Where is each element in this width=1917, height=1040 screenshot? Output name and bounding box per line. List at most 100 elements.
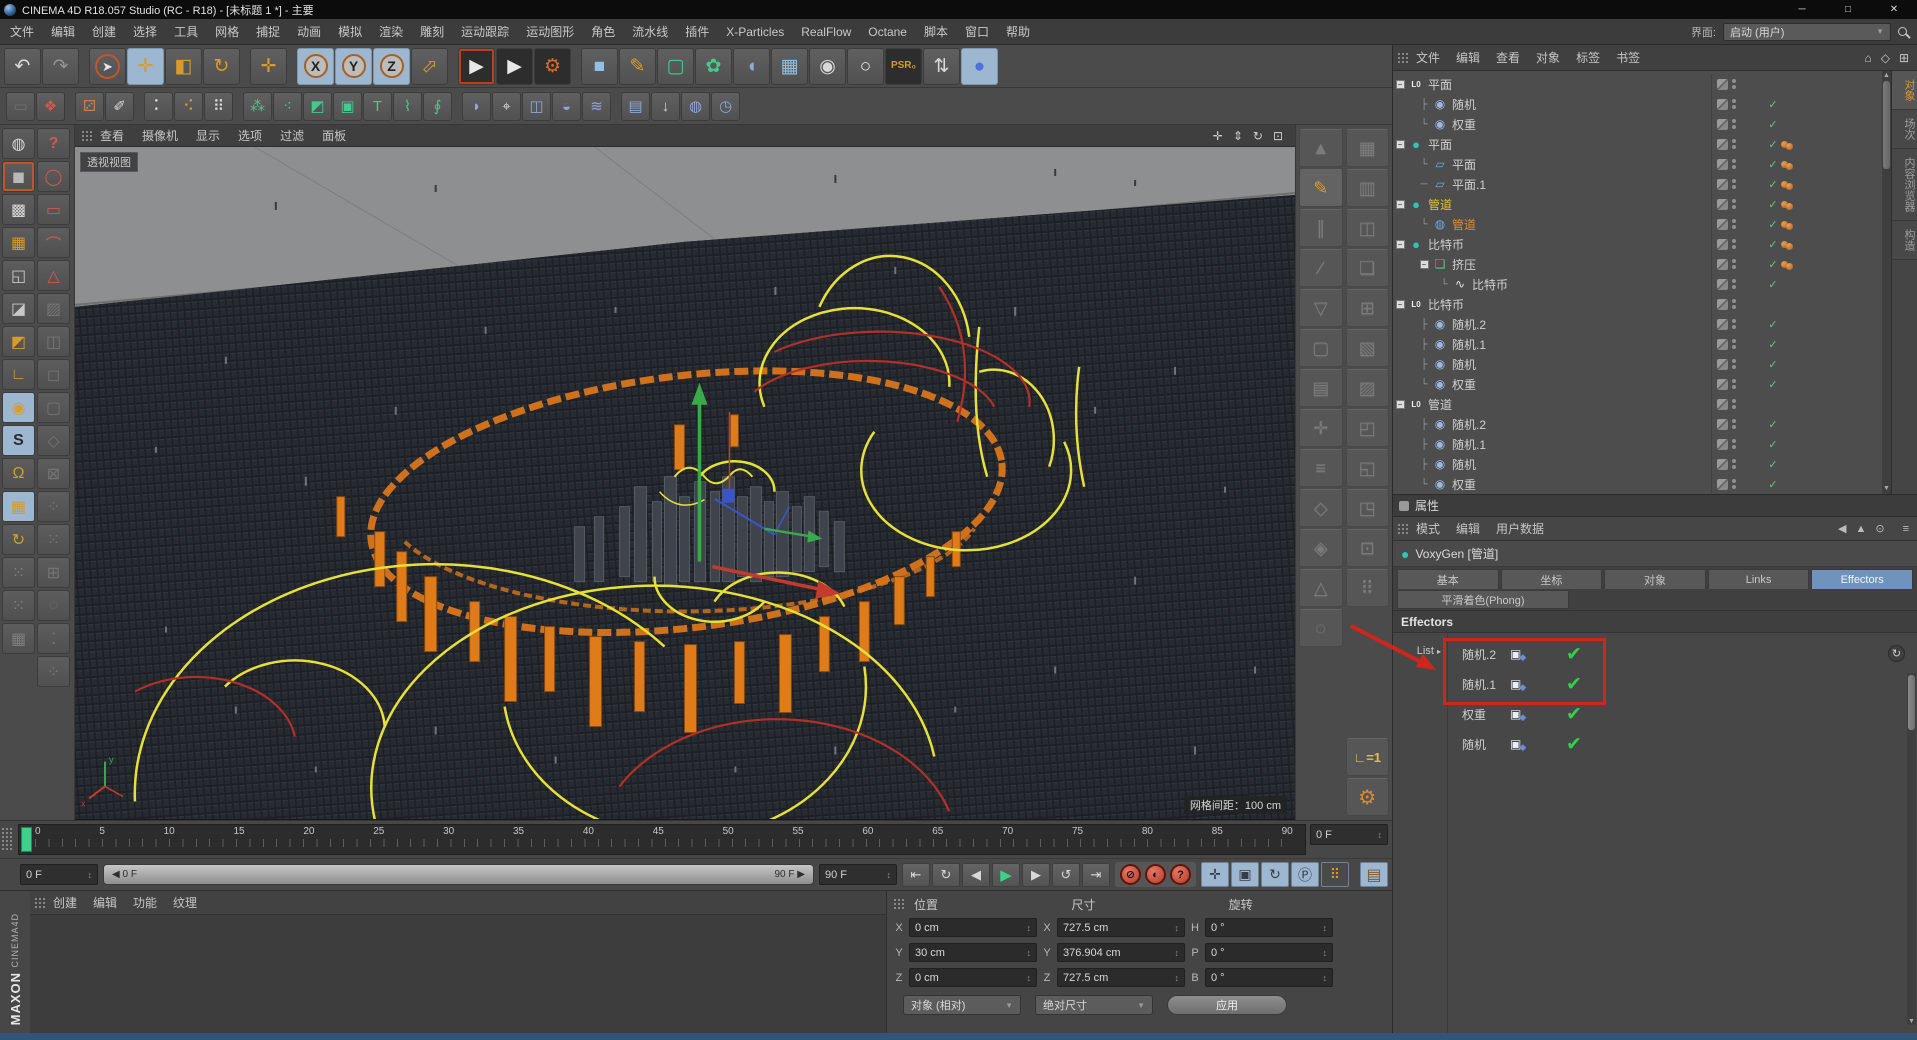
object-tree-row[interactable]: − L0 平面 ✓ <box>1393 74 1882 94</box>
workplane-mode-icon[interactable]: ▦ <box>2 227 35 258</box>
viewport-pan-icon[interactable]: ✛ <box>1213 129 1223 143</box>
object-tree-row[interactable]: − L0 比特币 ✓ <box>1393 294 1882 314</box>
visibility-toggles[interactable] <box>1711 114 1765 134</box>
object-manager-menu-item[interactable]: 书签 <box>1616 51 1640 65</box>
attribute-tab[interactable]: Effectors <box>1811 569 1913 589</box>
xp-disc-icon[interactable]: ◍ <box>681 92 710 121</box>
attributes-menu-item[interactable]: 用户数据 <box>1496 522 1544 536</box>
enabled-check-icon[interactable]: ✓ <box>1765 438 1781 451</box>
expander-icon[interactable]: − <box>1396 80 1405 89</box>
reset-icon[interactable]: ↻ <box>1888 645 1905 662</box>
object-tree-row[interactable]: − ├ ◉ 随机 ✓ <box>1393 454 1882 474</box>
voxel-cubes-icon[interactable]: ⚂ <box>75 92 104 121</box>
enabled-check-icon[interactable]: ✓ <box>1765 238 1781 251</box>
mid-grid-icon[interactable]: ▤ <box>1299 369 1343 407</box>
timeline-ruler[interactable]: 051015202530354045505560657075808590 <box>18 824 1306 855</box>
workplane-align-icon[interactable]: ↻ <box>2 524 35 555</box>
expander-icon[interactable]: − <box>1396 140 1405 149</box>
effector-enabled-check-icon[interactable]: ✔ <box>1566 643 1582 666</box>
key-rotation-button[interactable]: ↻ <box>1261 862 1289 887</box>
object-label[interactable]: 随机.2 <box>1452 316 1486 333</box>
deformer-shear-icon[interactable]: ◫ <box>522 92 551 121</box>
visibility-toggles[interactable] <box>1711 454 1765 474</box>
attribute-tab-phong[interactable]: 平滑着色(Phong) <box>1397 590 1569 609</box>
om-home-icon[interactable]: ⌂ <box>1864 51 1871 65</box>
sep[interactable] <box>66 92 74 121</box>
texture-mode-icon[interactable]: ▩ <box>2 194 35 225</box>
side-tab[interactable]: 构造 <box>1892 221 1917 260</box>
object-tree-row[interactable]: − ├ ◉ 随机.1 ✓ <box>1393 334 1882 354</box>
attribute-tab[interactable]: Links <box>1708 569 1810 589</box>
mograph-matrix-icon[interactable]: ⁖ <box>273 92 302 121</box>
expander-icon[interactable]: − <box>1396 240 1405 249</box>
visibility-toggles[interactable] <box>1711 434 1765 454</box>
object-tree-row[interactable]: − ● 管道 ✓ <box>1393 194 1882 214</box>
enabled-check-icon[interactable]: ✓ <box>1765 138 1781 151</box>
viewport-menu-item[interactable]: 查看 <box>100 129 124 143</box>
menu-item[interactable]: Octane <box>868 25 907 39</box>
position-field[interactable]: 0 cm↕ <box>909 918 1037 937</box>
object-tree-row[interactable]: − ├ ◉ 随机.1 ✓ <box>1393 434 1882 454</box>
size-mode-select[interactable]: 绝对尺寸▼ <box>1035 995 1153 1015</box>
viewport-menu-item[interactable]: 摄像机 <box>142 129 178 143</box>
effector-list-item[interactable]: 随机.1 ▣ ◆ ✔ <box>1462 669 1917 699</box>
object-label[interactable]: 随机 <box>1452 96 1476 113</box>
mid2-d-icon[interactable]: ❏ <box>1346 249 1390 287</box>
object-tree-row[interactable]: − ├ ◉ 随机.2 ✓ <box>1393 414 1882 434</box>
menu-item[interactable]: X-Particles <box>726 25 784 39</box>
menu-item[interactable]: 捕捉 <box>256 25 280 39</box>
sim-cloth-icon[interactable]: ▤ <box>621 92 650 121</box>
record-loop-button[interactable]: ↺ <box>1052 863 1080 887</box>
menu-item[interactable]: 网格 <box>215 25 239 39</box>
play-loop-button[interactable]: ↻ <box>932 863 960 887</box>
mid2-l-icon[interactable]: ⠿ <box>1346 569 1390 607</box>
visibility-toggles[interactable] <box>1711 214 1765 234</box>
lasso-select-icon[interactable]: ⌒ <box>37 227 70 258</box>
dim-g-icon[interactable]: ⁘ <box>37 491 70 522</box>
visibility-toggles[interactable] <box>1711 234 1765 254</box>
object-label[interactable]: 权重 <box>1452 376 1476 393</box>
rect-select-icon[interactable]: ▭ <box>37 194 70 225</box>
object-tree-row[interactable]: − └ ▱ 平面 ✓ <box>1393 154 1882 174</box>
enabled-check-icon[interactable]: ✓ <box>1765 478 1781 491</box>
expander-icon[interactable]: − <box>1396 300 1405 309</box>
sep[interactable] <box>80 48 88 85</box>
lock-x-axis-icon[interactable]: X <box>297 48 334 85</box>
rotation-field[interactable]: 0 °↕ <box>1205 968 1333 987</box>
points-mode-icon[interactable]: ◱ <box>2 260 35 291</box>
light-icon[interactable]: ○ <box>847 48 884 85</box>
keyframe-help-button[interactable]: ? <box>1170 864 1191 885</box>
sep[interactable] <box>449 48 457 85</box>
effector-list-item[interactable]: 权重 ▣ ◆ ✔ <box>1462 699 1917 729</box>
mid-rail-icon[interactable]: ≡ <box>1299 449 1343 487</box>
object-tree-row[interactable]: − └ ◉ 权重 ✓ <box>1393 474 1882 494</box>
object-tree-row[interactable]: − ├ ◉ 随机.2 ✓ <box>1393 314 1882 334</box>
attr-lock-icon[interactable]: ⊙ <box>1875 522 1884 535</box>
visibility-toggles[interactable] <box>1711 254 1765 274</box>
snap-s-icon[interactable]: S <box>2 425 35 456</box>
history-dim-icon[interactable]: ▭ <box>6 92 35 121</box>
object-tree-row[interactable]: − L0 管道 ✓ <box>1393 394 1882 414</box>
mid2-c-icon[interactable]: ◫ <box>1346 209 1390 247</box>
enabled-check-icon[interactable]: ✓ <box>1765 358 1781 371</box>
record-keyframe-button[interactable]: ⊘ <box>1120 864 1141 885</box>
mid-axis-icon[interactable]: ✛ <box>1299 409 1343 447</box>
maximize-button[interactable]: □ <box>1825 0 1871 19</box>
key-pla-button[interactable]: ⠿ <box>1321 862 1349 887</box>
menu-item[interactable]: 运动跟踪 <box>461 25 509 39</box>
mid2-k-icon[interactable]: ⊡ <box>1346 529 1390 567</box>
autokey-button[interactable]: ◐ <box>1145 864 1166 885</box>
object-label[interactable]: 平面 <box>1428 76 1452 93</box>
tool-dim-1-icon[interactable]: ⁙ <box>2 557 35 588</box>
mid-sculpt-pen-icon[interactable]: ✎ <box>1299 169 1343 207</box>
object-tree-row[interactable]: − └ ◉ 权重 ✓ <box>1393 374 1882 394</box>
coord-system-icon[interactable]: ⬀ <box>411 48 448 85</box>
side-tab[interactable]: 场次 <box>1892 110 1917 149</box>
mograph-tracer-icon[interactable]: ⌇ <box>393 92 422 121</box>
attributes-menu-item[interactable]: 编辑 <box>1456 522 1480 536</box>
object-tag-icon[interactable] <box>1781 198 1807 210</box>
mid2-e-icon[interactable]: ⊞ <box>1346 289 1390 327</box>
visibility-toggles[interactable] <box>1711 394 1765 414</box>
object-tree-row[interactable]: − ├ ◉ 随机 ✓ <box>1393 94 1882 114</box>
object-manager-menu-item[interactable]: 标签 <box>1576 51 1600 65</box>
